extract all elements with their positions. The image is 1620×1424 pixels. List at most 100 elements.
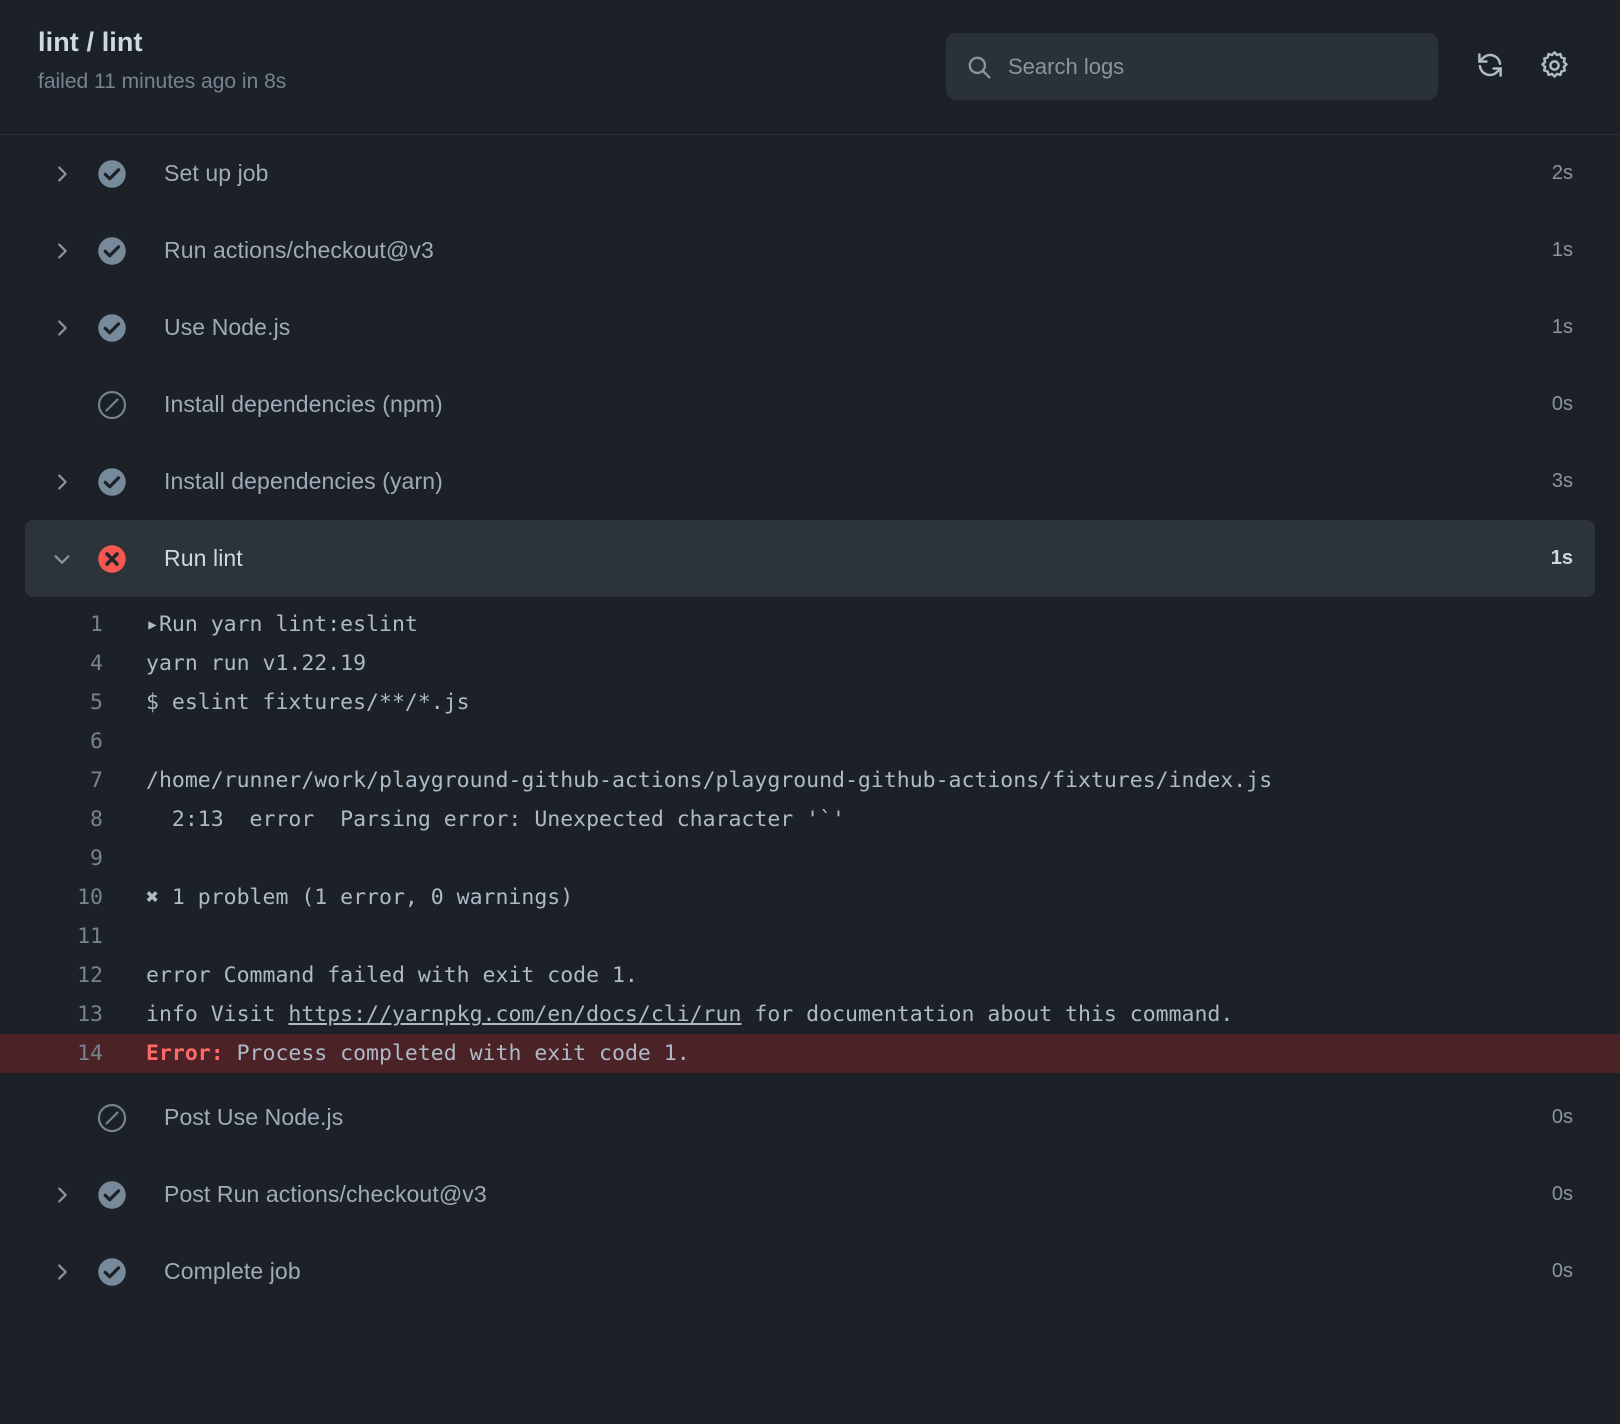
- step-duration: 0s: [1551, 1106, 1573, 1128]
- log-line: 7/home/runner/work/playground-github-act…: [0, 761, 1620, 800]
- log-text: Run yarn lint:eslint: [158, 612, 418, 637]
- log-line-content: info Visit https://yarnpkg.com/en/docs/c…: [115, 995, 1233, 1034]
- log-text-suffix: for documentation about this command.: [741, 1002, 1234, 1027]
- steps-list: Set up job 2s Run actions/checkout@v3 1s Use…: [0, 135, 1620, 1310]
- step-duration: 0s: [1551, 1183, 1573, 1205]
- skipped-status-icon: [97, 1103, 127, 1133]
- step-duration: 1s: [1551, 316, 1573, 338]
- log-line-content: error Command failed with exit code 1.: [115, 956, 638, 995]
- log-line-content: Error: Process completed with exit code …: [115, 1034, 690, 1073]
- log-link[interactable]: https://yarnpkg.com/en/docs/cli/run: [288, 1002, 741, 1027]
- step-duration: 2s: [1551, 162, 1573, 184]
- log-line: 4 yarn run v1.22.19: [0, 644, 1620, 683]
- log-line-number: 9: [90, 846, 103, 871]
- log-line-content: /home/runner/work/playground-github-acti…: [115, 761, 1272, 800]
- step-row[interactable]: Complete job 0s: [25, 1233, 1595, 1310]
- log-line: 6: [0, 722, 1620, 761]
- log-line-content: $ eslint fixtures/**/*.js: [115, 683, 470, 722]
- step-row[interactable]: Install dependencies (npm) 0s: [25, 366, 1595, 443]
- log-line-number: 13: [77, 1002, 103, 1027]
- log-line-content: yarn run v1.22.19: [115, 644, 366, 683]
- search-input[interactable]: [946, 33, 1438, 100]
- log-line-error: 14 Error: Process completed with exit cod…: [0, 1034, 1620, 1073]
- log-text: ✖ 1 problem (1 error, 0 warnings): [146, 885, 574, 910]
- step-row[interactable]: Run lint 1s: [25, 520, 1595, 597]
- step-row[interactable]: Post Run actions/checkout@v3 0s: [25, 1156, 1595, 1233]
- log-line: 5 $ eslint fixtures/**/*.js: [0, 683, 1620, 722]
- step-name: Install dependencies (yarn): [164, 468, 443, 494]
- step-row[interactable]: Post Use Node.js 0s: [25, 1079, 1595, 1156]
- header-titles: lint / lint failed 11 minutes ago in 8s: [0, 0, 286, 95]
- step-name: Use Node.js: [164, 314, 291, 340]
- step-duration: 0s: [1551, 1260, 1573, 1282]
- chevron-right-icon[interactable]: [44, 163, 80, 185]
- log-header: lint / lint failed 11 minutes ago in 8s: [0, 0, 1620, 135]
- chevron-right-icon[interactable]: [44, 471, 80, 493]
- step-row[interactable]: Use Node.js 1s: [25, 289, 1595, 366]
- job-status-text: failed 11 minutes ago in 8s: [38, 70, 287, 94]
- skipped-status-icon: [97, 390, 127, 420]
- refresh-button[interactable]: [1458, 35, 1522, 99]
- log-line-number: 5: [90, 690, 103, 715]
- chevron-right-icon[interactable]: [44, 1261, 80, 1283]
- log-line-number: 7: [90, 768, 103, 793]
- log-text-prefix: info Visit: [146, 1002, 289, 1027]
- log-line-number: 11: [77, 924, 103, 949]
- step-row[interactable]: Run actions/checkout@v3 1s: [25, 212, 1595, 289]
- log-line-number: 4: [90, 651, 103, 676]
- success-status-icon: [97, 467, 127, 497]
- step-name: Set up job: [164, 160, 269, 186]
- step-name: Post Use Node.js: [164, 1104, 344, 1130]
- log-line-number: 14: [77, 1041, 103, 1066]
- log-line: 11: [0, 917, 1620, 956]
- log-text: Process completed with exit code 1.: [223, 1041, 690, 1066]
- log-line: 10 ✖ 1 problem (1 error, 0 warnings): [0, 878, 1620, 917]
- log-line-content: ▸Run yarn lint:eslint: [115, 605, 418, 644]
- step-duration: 0s: [1551, 393, 1573, 415]
- step-name: Complete job: [164, 1258, 301, 1284]
- log-text: yarn run v1.22.19: [146, 651, 367, 676]
- chevron-right-icon[interactable]: [44, 317, 80, 339]
- success-status-icon: [97, 159, 127, 189]
- log-line: 9: [0, 839, 1620, 878]
- step-row[interactable]: Install dependencies (yarn) 3s: [25, 443, 1595, 520]
- step-row[interactable]: Set up job 2s: [25, 135, 1595, 212]
- log-line: 8 2:13 error Parsing error: Unexpected c…: [0, 800, 1620, 839]
- log-output: 1 ▸Run yarn lint:eslint 4 yarn run v1.22.19…: [0, 597, 1620, 1079]
- log-text: error Command failed with exit code 1.: [146, 963, 638, 988]
- group-triangle-icon[interactable]: ▸: [146, 612, 159, 637]
- step-name: Run lint: [164, 545, 243, 571]
- log-text: 2:13 error Parsing error: Unexpected cha…: [146, 807, 845, 832]
- chevron-right-icon[interactable]: [44, 240, 80, 262]
- log-line: 1 ▸Run yarn lint:eslint: [0, 605, 1620, 644]
- settings-button[interactable]: [1522, 35, 1586, 99]
- log-line-number: 12: [77, 963, 103, 988]
- step-name: Install dependencies (npm): [164, 391, 443, 417]
- step-name: Post Run actions/checkout@v3: [164, 1181, 487, 1207]
- step-duration: 3s: [1551, 470, 1573, 492]
- chevron-down-icon[interactable]: [44, 548, 80, 570]
- log-line-number: 1: [90, 612, 103, 637]
- log-line-number: 8: [90, 807, 103, 832]
- step-name: Run actions/checkout@v3: [164, 237, 434, 263]
- step-duration: 1s: [1550, 547, 1573, 569]
- log-line-content: ✖ 1 problem (1 error, 0 warnings): [115, 878, 573, 917]
- error-label: Error:: [146, 1041, 224, 1066]
- log-line: 12 error Command failed with exit code 1.: [0, 956, 1620, 995]
- search-container: [946, 33, 1438, 100]
- log-line-number: 6: [90, 729, 103, 754]
- success-status-icon: [97, 1180, 127, 1210]
- step-duration: 1s: [1551, 239, 1573, 261]
- success-status-icon: [97, 1257, 127, 1287]
- gear-icon: [1539, 50, 1570, 84]
- header-actions: [946, 33, 1586, 100]
- chevron-right-icon[interactable]: [44, 1184, 80, 1206]
- page-title: lint / lint: [38, 27, 143, 57]
- success-status-icon: [97, 313, 127, 343]
- failure-status-icon: [97, 544, 127, 574]
- log-text: $ eslint fixtures/**/*.js: [146, 690, 470, 715]
- refresh-icon: [1475, 50, 1505, 83]
- log-line-content: 2:13 error Parsing error: Unexpected cha…: [115, 800, 845, 839]
- log-line: 13 info Visit https://yarnpkg.com/en/docs…: [0, 995, 1620, 1034]
- log-text: /home/runner/work/playground-github-acti…: [146, 768, 1273, 793]
